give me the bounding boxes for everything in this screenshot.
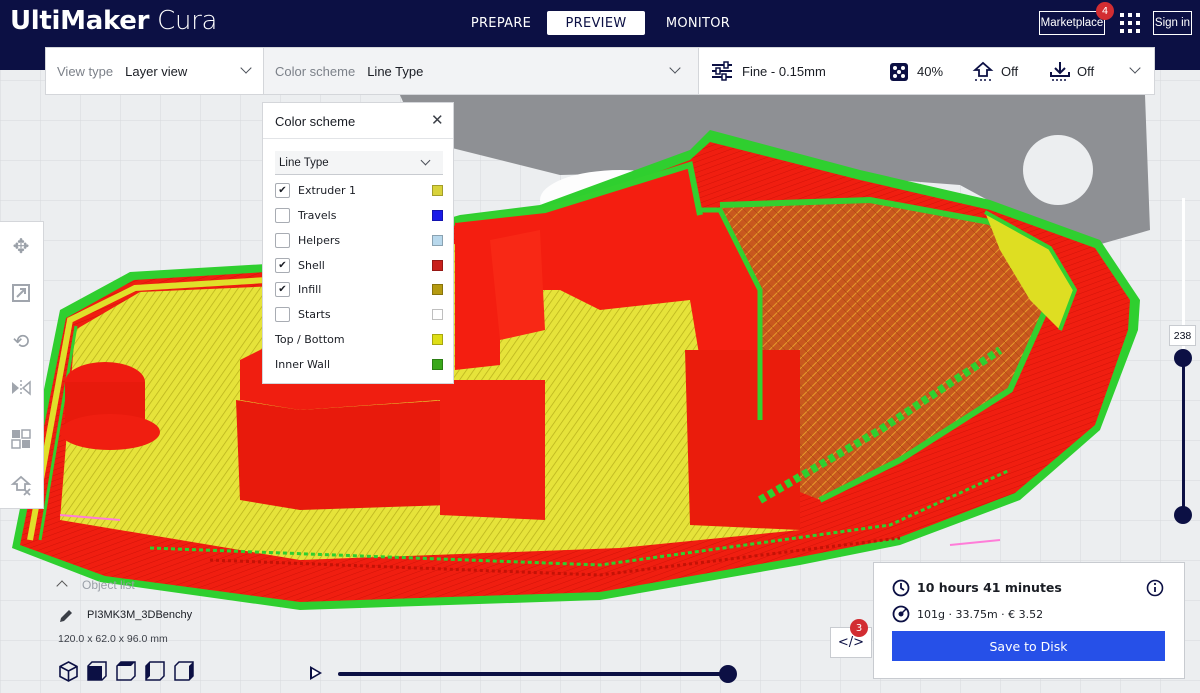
legend-item-top-bottom: Top / Bottom [275,330,443,348]
chevron-down-icon [669,62,681,74]
legend-label: Shell [298,258,325,272]
legend-item-helpers[interactable]: Helpers [275,231,443,249]
chevron-down-icon [420,155,431,166]
settings-sliders-icon [712,61,732,81]
marketplace-badge: 4 [1096,2,1114,20]
object-list-label[interactable]: Object list [82,578,135,592]
object-dimensions: 120.0 x 62.0 x 96.0 mm [58,633,168,645]
color-swatch [432,184,443,196]
checkbox[interactable] [275,232,290,248]
move-icon[interactable]: ✥ [8,233,34,259]
checkbox[interactable]: ✔ [275,281,290,297]
color-swatch [432,259,443,271]
spool-icon [892,605,910,623]
color-swatch [432,308,443,320]
color-scheme-value: Line Type [367,63,424,79]
support-blocker-icon[interactable] [8,472,34,498]
legend-item-infill[interactable]: ✔ Infill [275,280,443,298]
print-settings-summary[interactable]: Fine - 0.15mm 40% Off Off [699,48,1154,94]
sign-in-button[interactable]: Sign in [1153,11,1192,35]
layer-slider-upper-handle[interactable] [1174,349,1192,367]
color-swatch [432,283,443,295]
play-icon-inner [312,669,319,677]
legend-label: Helpers [298,233,341,247]
divider [263,138,453,139]
logo-bold: UltiMaker [10,6,150,36]
color-scheme-select-value: Line Type [279,156,329,169]
camera-view-buttons [58,661,195,682]
tab-monitor[interactable]: MONITOR [645,11,751,35]
logo-light: Cura [149,6,218,36]
infill-value: 40% [917,64,944,79]
legend-item-travels[interactable]: Travels [275,206,443,224]
chevron-down-icon [240,62,252,74]
view-settings-bar: View type Layer view Color scheme Line T… [45,47,1155,95]
color-scheme-select[interactable]: Line Type [275,151,443,175]
scale-icon[interactable] [8,280,34,306]
adhesion-value: Off [1077,64,1095,79]
legend-label: Infill [298,282,322,296]
simulation-slider[interactable] [338,672,728,676]
checkbox[interactable] [275,306,290,322]
legend-label: Starts [298,307,331,321]
right-view-icon[interactable] [174,661,195,682]
view-type-value: Layer view [125,63,188,79]
view-type-label: View type [57,63,114,79]
marketplace-button[interactable]: Marketplace [1039,11,1105,35]
legend-label: Top / Bottom [275,332,345,346]
color-swatch [432,209,443,221]
rotate-icon[interactable]: ⟲ [8,328,34,354]
material-cost: 101g · 33.75m · € 3.52 [917,608,1044,621]
legend-item-inner-wall: Inner Wall [275,355,443,373]
legend-label: Extruder 1 [298,183,357,197]
color-swatch [432,234,443,246]
layer-slider-lower-handle[interactable] [1174,506,1192,524]
clock-icon [892,579,910,597]
legend-item-shell[interactable]: ✔ Shell [275,256,443,274]
legend-label: Inner Wall [275,357,330,371]
color-scheme-panel: Color scheme ✕ Line Type ✔ Extruder 1 Tr… [262,102,454,384]
pencil-icon[interactable] [58,608,74,624]
mirror-icon[interactable] [8,375,34,401]
checkbox[interactable]: ✔ [275,182,290,198]
tab-prepare[interactable]: PREPARE [455,11,547,35]
adhesion-icon [1050,62,1070,81]
view-type-dropdown[interactable]: View type Layer view [46,48,264,94]
infill-icon [890,63,908,81]
print-summary-panel: 10 hours 41 minutes 101g · 33.75m · € 3.… [873,562,1185,679]
top-view-icon[interactable] [116,661,137,682]
tab-preview[interactable]: PREVIEW [547,11,645,35]
object-name: PI3MK3M_3DBenchy [87,609,193,621]
checkbox[interactable] [275,207,290,223]
panel-title: Color scheme [275,114,356,129]
legend-item-starts[interactable]: Starts [275,305,443,323]
color-scheme-dropdown[interactable]: Color scheme Line Type [264,48,699,94]
app-logo: UltiMaker Cura [10,6,217,36]
layer-number-input[interactable]: 238 [1169,325,1196,346]
grid-icon[interactable] [1120,13,1140,33]
front-view-icon[interactable] [87,661,108,682]
print-time: 10 hours 41 minutes [917,580,1062,595]
stage-tabs: PREPARE PREVIEW MONITOR [455,11,751,35]
info-icon[interactable] [1146,579,1164,597]
close-icon[interactable]: ✕ [431,111,444,129]
support-value: Off [1001,64,1019,79]
chevron-down-icon [1129,62,1141,74]
legend-item-extruder[interactable]: ✔ Extruder 1 [275,181,443,199]
simulation-slider-handle[interactable] [719,665,737,683]
color-swatch [432,358,443,370]
profile-value: Fine - 0.15mm [742,63,826,79]
left-view-icon[interactable] [145,661,166,682]
3d-view-icon[interactable] [58,661,79,682]
checkbox[interactable]: ✔ [275,257,290,273]
legend-label: Travels [298,208,337,222]
gcode-badge: 3 [850,619,868,637]
tool-panel: ✥ ⟲ [0,221,44,509]
support-icon [972,61,994,81]
per-model-settings-icon[interactable] [8,426,34,452]
save-to-disk-button[interactable]: Save to Disk [892,631,1165,661]
layer-slider-range [1182,358,1185,516]
color-swatch [432,333,443,345]
color-scheme-label: Color scheme [275,63,356,79]
